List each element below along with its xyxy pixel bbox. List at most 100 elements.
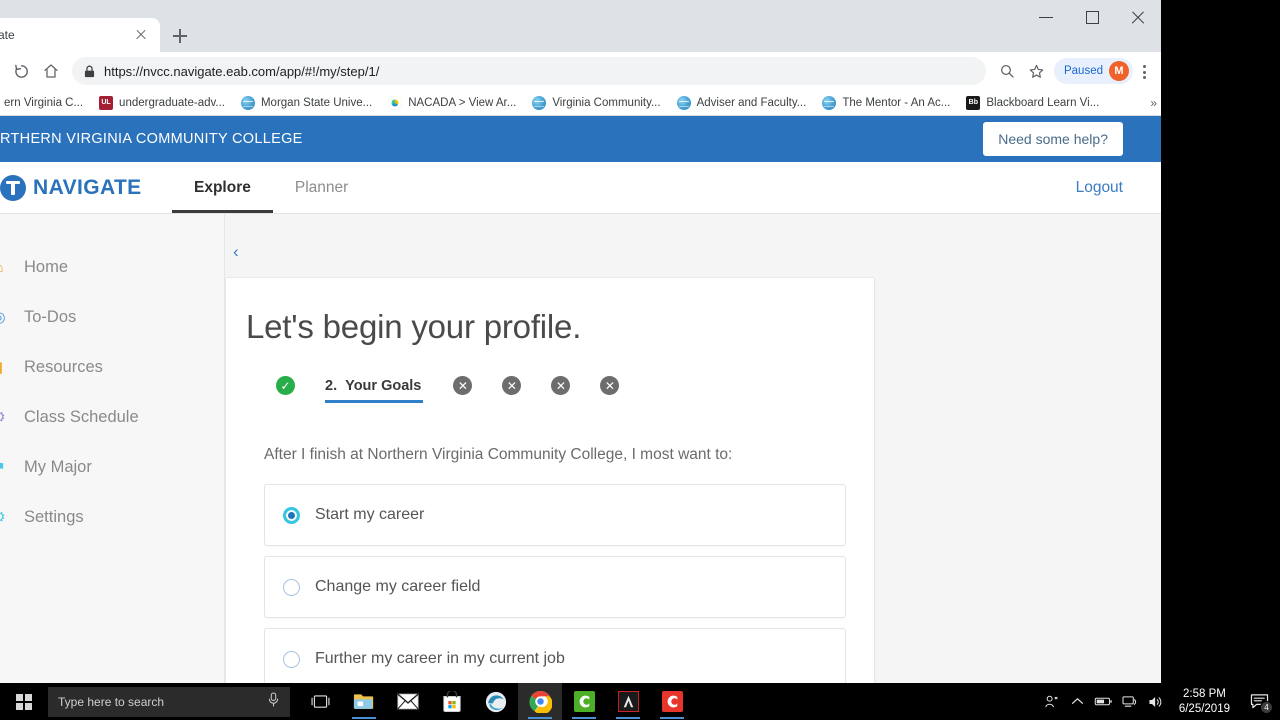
sidebar-item-label: To-Dos (24, 307, 77, 326)
clock[interactable]: 2:58 PM 6/25/2019 (1169, 687, 1240, 716)
adobe-acrobat-icon[interactable] (606, 683, 650, 720)
sidebar-item-class-schedule[interactable]: ⚙ Class Schedule (0, 392, 224, 442)
browser-tab[interactable]: ate (0, 18, 160, 52)
logout-link[interactable]: Logout (1076, 162, 1161, 213)
bookmark-label: ern Virginia C... (4, 96, 84, 109)
radio-button[interactable] (283, 578, 300, 596)
bookmark-label: NACADA > View Ar... (408, 96, 517, 109)
step-indicator-item[interactable]: ✕ (600, 376, 620, 404)
sidebar-item-resources[interactable]: ▮ Resources (0, 342, 224, 392)
maximize-icon[interactable] (1069, 0, 1115, 34)
radio-option[interactable]: Change my career field (264, 556, 846, 618)
nav-tabs: Explore Planner (172, 162, 370, 213)
address-bar[interactable]: https://nvcc.navigate.eab.com/app/#!/my/… (72, 57, 986, 85)
college-name: RTHERN VIRGINIA COMMUNITY COLLEGE (0, 131, 303, 147)
navigate-compass-icon (0, 174, 26, 201)
chrome-icon[interactable] (518, 683, 562, 720)
clock-time: 2:58 PM (1183, 688, 1226, 701)
step-indicator: ✓ 2. Your Goals ✕ ✕ ✕ ✕ (246, 376, 846, 404)
close-icon[interactable] (132, 26, 150, 44)
home-icon[interactable] (36, 56, 66, 86)
star-icon[interactable] (1022, 56, 1052, 86)
sidebar-item-my-major[interactable]: ⚑ My Major (0, 442, 224, 492)
clock-date: 6/25/2019 (1178, 702, 1230, 715)
step-incomplete-x-icon: ✕ (551, 376, 571, 395)
page-viewport: RTHERN VIRGINIA COMMUNITY COLLEGE Need s… (0, 116, 1161, 683)
sidebar-item-label: Class Schedule (24, 407, 139, 426)
step-indicator-item[interactable]: ✕ (453, 376, 473, 404)
radio-option[interactable]: Further my career in my current job (264, 628, 846, 683)
reload-icon[interactable] (6, 56, 36, 86)
file-explorer-icon[interactable] (342, 683, 386, 720)
bookmark-item[interactable]: The Mentor - An Ac... (814, 92, 958, 114)
bookmark-item[interactable]: UL undergraduate-adv... (91, 92, 233, 114)
step-indicator-item[interactable]: ✕ (502, 376, 522, 404)
my-major-icon: ⚑ (0, 456, 10, 478)
nacada-icon (388, 95, 403, 110)
bookmark-item[interactable]: Adviser and Faculty... (669, 92, 815, 114)
chevron-left-icon: ‹ (233, 242, 239, 261)
sidebar-item-label: Home (24, 257, 69, 276)
sidebar: ⌂ Home ◎ To-Dos ▮ Resources ⚙ Class Schedule ⚑ My… (0, 214, 225, 683)
step-complete-check-icon: ✓ (276, 376, 295, 395)
step-indicator-item[interactable]: 2. Your Goals (325, 377, 424, 403)
zoom-search-icon[interactable] (992, 56, 1022, 86)
red-c-app-icon[interactable] (650, 683, 694, 720)
windows-start-icon[interactable] (0, 683, 48, 720)
app-navbar: NAVIGATE Explore Planner Logout (0, 162, 1161, 214)
system-tray: 2:58 PM 6/25/2019 4 (1039, 683, 1280, 720)
people-icon[interactable] (1039, 683, 1065, 720)
bookmark-item[interactable]: NACADA > View Ar... (380, 92, 524, 114)
tab-title: ate (0, 28, 15, 42)
go-back-link[interactable]: ‹ (233, 242, 246, 262)
radio-option[interactable]: Start my career (264, 484, 846, 546)
step-indicator-item[interactable]: ✕ (551, 376, 571, 404)
tab-explore[interactable]: Explore (172, 162, 273, 213)
volume-icon[interactable] (1143, 683, 1169, 720)
green-c-app-icon[interactable] (562, 683, 606, 720)
show-hidden-icons-icon[interactable] (1065, 683, 1091, 720)
sidebar-item-home[interactable]: ⌂ Home (0, 242, 224, 292)
kebab-menu-icon[interactable] (1133, 56, 1155, 86)
action-center-icon[interactable]: 4 (1240, 683, 1278, 720)
brand-label: NAVIGATE (33, 175, 142, 199)
tab-label: Planner (294, 178, 349, 196)
bookmark-label: Virginia Community... (552, 96, 661, 109)
sidebar-item-settings[interactable]: ⚙ Settings (0, 492, 224, 542)
blackboard-icon: Bb (966, 95, 981, 110)
radio-button[interactable] (283, 650, 300, 668)
network-icon[interactable] (1117, 683, 1143, 720)
step-label: Your Goals (345, 377, 422, 394)
radio-button-selected[interactable] (283, 506, 300, 524)
bookmark-item[interactable]: Virginia Community... (524, 92, 668, 114)
step-indicator-item[interactable]: ✓ (276, 376, 295, 404)
microsoft-store-icon[interactable] (430, 683, 474, 720)
navigate-brand[interactable]: NAVIGATE (0, 162, 172, 213)
bookmark-label: Blackboard Learn Vi... (986, 96, 1100, 109)
tab-planner[interactable]: Planner (273, 162, 370, 213)
close-icon[interactable] (1115, 0, 1161, 34)
minimize-icon[interactable] (1023, 0, 1069, 34)
globe-icon (676, 95, 691, 110)
sidebar-item-to-dos[interactable]: ◎ To-Dos (0, 292, 224, 342)
globe-icon (532, 95, 547, 110)
bookmark-label: Morgan State Unive... (260, 96, 373, 109)
mail-icon[interactable] (386, 683, 430, 720)
task-view-icon[interactable] (298, 683, 342, 720)
radio-option-label: Change my career field (315, 578, 481, 595)
bookmark-label: undergraduate-adv... (119, 96, 225, 109)
profile-paused-button[interactable]: Paused M (1053, 58, 1133, 84)
need-help-button[interactable]: Need some help? (983, 122, 1123, 156)
profile-card: Let's begin your profile. ✓ 2. Your Goals ✕… (225, 277, 875, 683)
new-tab-button[interactable] (166, 22, 194, 50)
battery-icon[interactable] (1091, 683, 1117, 720)
chrome-browser-window: ate https://nvcc.navigate.eab.com/app/#!… (0, 0, 1161, 683)
bookmark-item[interactable]: ern Virginia C... (0, 92, 91, 114)
edge-icon[interactable] (474, 683, 518, 720)
bookmark-item[interactable]: Morgan State Unive... (233, 92, 380, 114)
bookmark-item[interactable]: Bb Blackboard Learn Vi... (958, 92, 1107, 114)
microphone-icon[interactable] (267, 691, 280, 712)
search-input[interactable]: Type here to search (48, 686, 290, 717)
tab-strip: ate (0, 0, 1161, 52)
bookmarks-overflow-icon[interactable]: » (1150, 96, 1157, 110)
